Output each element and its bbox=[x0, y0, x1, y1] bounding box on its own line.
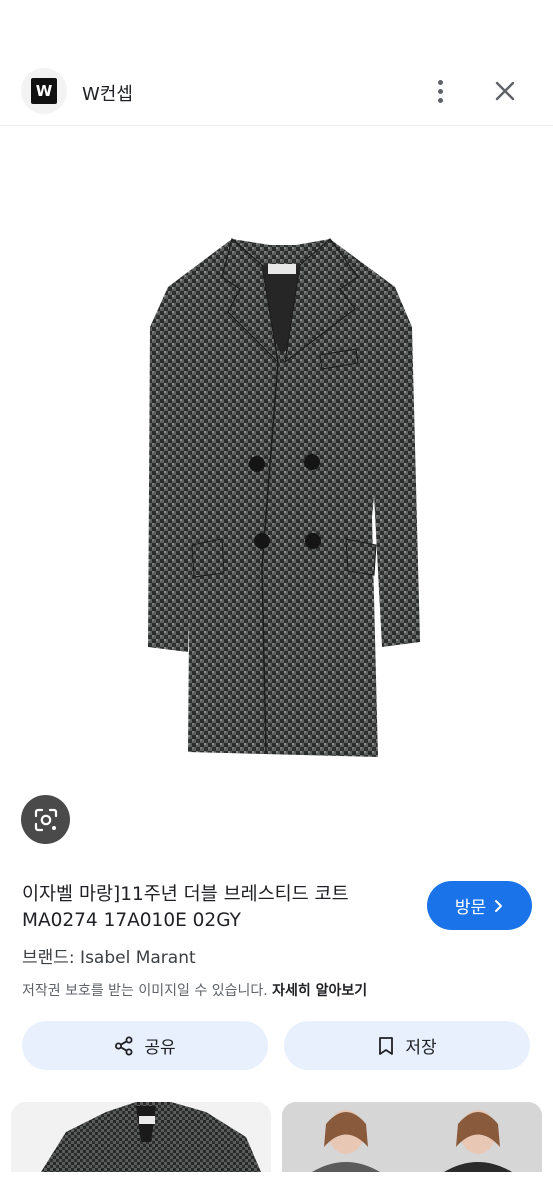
copyright-text: 저작권 보호를 받는 이미지일 수 있습니다. bbox=[22, 983, 268, 999]
visit-button-label: 방문 bbox=[454, 898, 487, 918]
save-label: 저장 bbox=[405, 1038, 437, 1058]
site-logo-letter: W bbox=[31, 78, 57, 104]
share-label: 공유 bbox=[144, 1038, 176, 1058]
close-icon[interactable] bbox=[488, 74, 522, 108]
copyright-notice: 저작권 보호를 받는 이미지일 수 있습니다. 자세히 알아보기 bbox=[22, 980, 367, 1000]
image-search-icon[interactable] bbox=[21, 795, 70, 844]
more-options-icon[interactable] bbox=[426, 74, 454, 108]
product-image[interactable] bbox=[0, 127, 553, 865]
brand-text: 브랜드: Isabel Marant bbox=[22, 948, 196, 968]
save-button[interactable]: 저장 bbox=[284, 1021, 530, 1070]
result-title-line1: 이자벨 마랑]11주년 더블 브레스티드 코트 bbox=[22, 884, 349, 905]
top-bar: W W컨셉 bbox=[0, 62, 553, 126]
learn-more-link[interactable]: 자세히 알아보기 bbox=[272, 983, 367, 999]
result-title-line2: MA0274 17A010E 02GY bbox=[22, 910, 241, 931]
visit-button[interactable]: 방문 bbox=[427, 881, 532, 930]
share-icon bbox=[115, 1036, 133, 1055]
related-image-thumbnail[interactable] bbox=[282, 1102, 542, 1172]
share-button[interactable]: 공유 bbox=[22, 1021, 268, 1070]
site-logo[interactable]: W bbox=[21, 68, 67, 114]
related-image-thumbnail[interactable] bbox=[11, 1102, 271, 1172]
bookmark-icon bbox=[379, 1036, 394, 1055]
chevron-right-icon bbox=[495, 899, 503, 912]
site-name: W컨셉 bbox=[82, 84, 133, 105]
result-title[interactable]: 이자벨 마랑]11주년 더블 브레스티드 코트 MA0274 17A010E 0… bbox=[22, 882, 414, 934]
